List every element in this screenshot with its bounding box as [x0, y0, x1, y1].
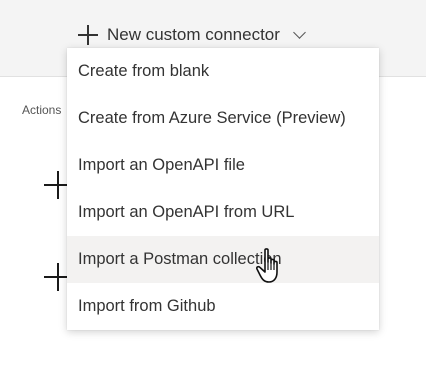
hand-pointer-icon [256, 248, 278, 283]
menu-item-label: Import from Github [78, 297, 216, 315]
menu-item-label: Import a Postman collection [78, 250, 282, 268]
menu-item-label: Import an OpenAPI from URL [78, 203, 295, 221]
menu-item-label: Create from Azure Service (Preview) [78, 109, 346, 127]
menu-item-import-openapi-file[interactable]: Import an OpenAPI file [67, 142, 379, 189]
menu-item-import-from-github[interactable]: Import from Github [67, 283, 379, 330]
menu-item-create-from-blank[interactable]: Create from blank [67, 48, 379, 95]
page: New custom connector Actions Create from… [0, 0, 426, 380]
new-connector-dropdown-menu: Create from blank Create from Azure Serv… [67, 48, 379, 330]
new-custom-connector-label: New custom connector [107, 25, 280, 44]
chevron-down-icon [293, 25, 306, 39]
new-custom-connector-button[interactable]: New custom connector [78, 21, 306, 49]
plus-icon [78, 25, 98, 45]
menu-item-label: Create from blank [78, 62, 210, 80]
menu-item-import-postman-collection[interactable]: Import a Postman collection [67, 236, 379, 283]
actions-label: Actions [22, 103, 62, 117]
menu-item-import-openapi-from-url[interactable]: Import an OpenAPI from URL [67, 189, 379, 236]
menu-item-label: Import an OpenAPI file [78, 156, 245, 174]
menu-item-create-from-azure-service[interactable]: Create from Azure Service (Preview) [67, 95, 379, 142]
